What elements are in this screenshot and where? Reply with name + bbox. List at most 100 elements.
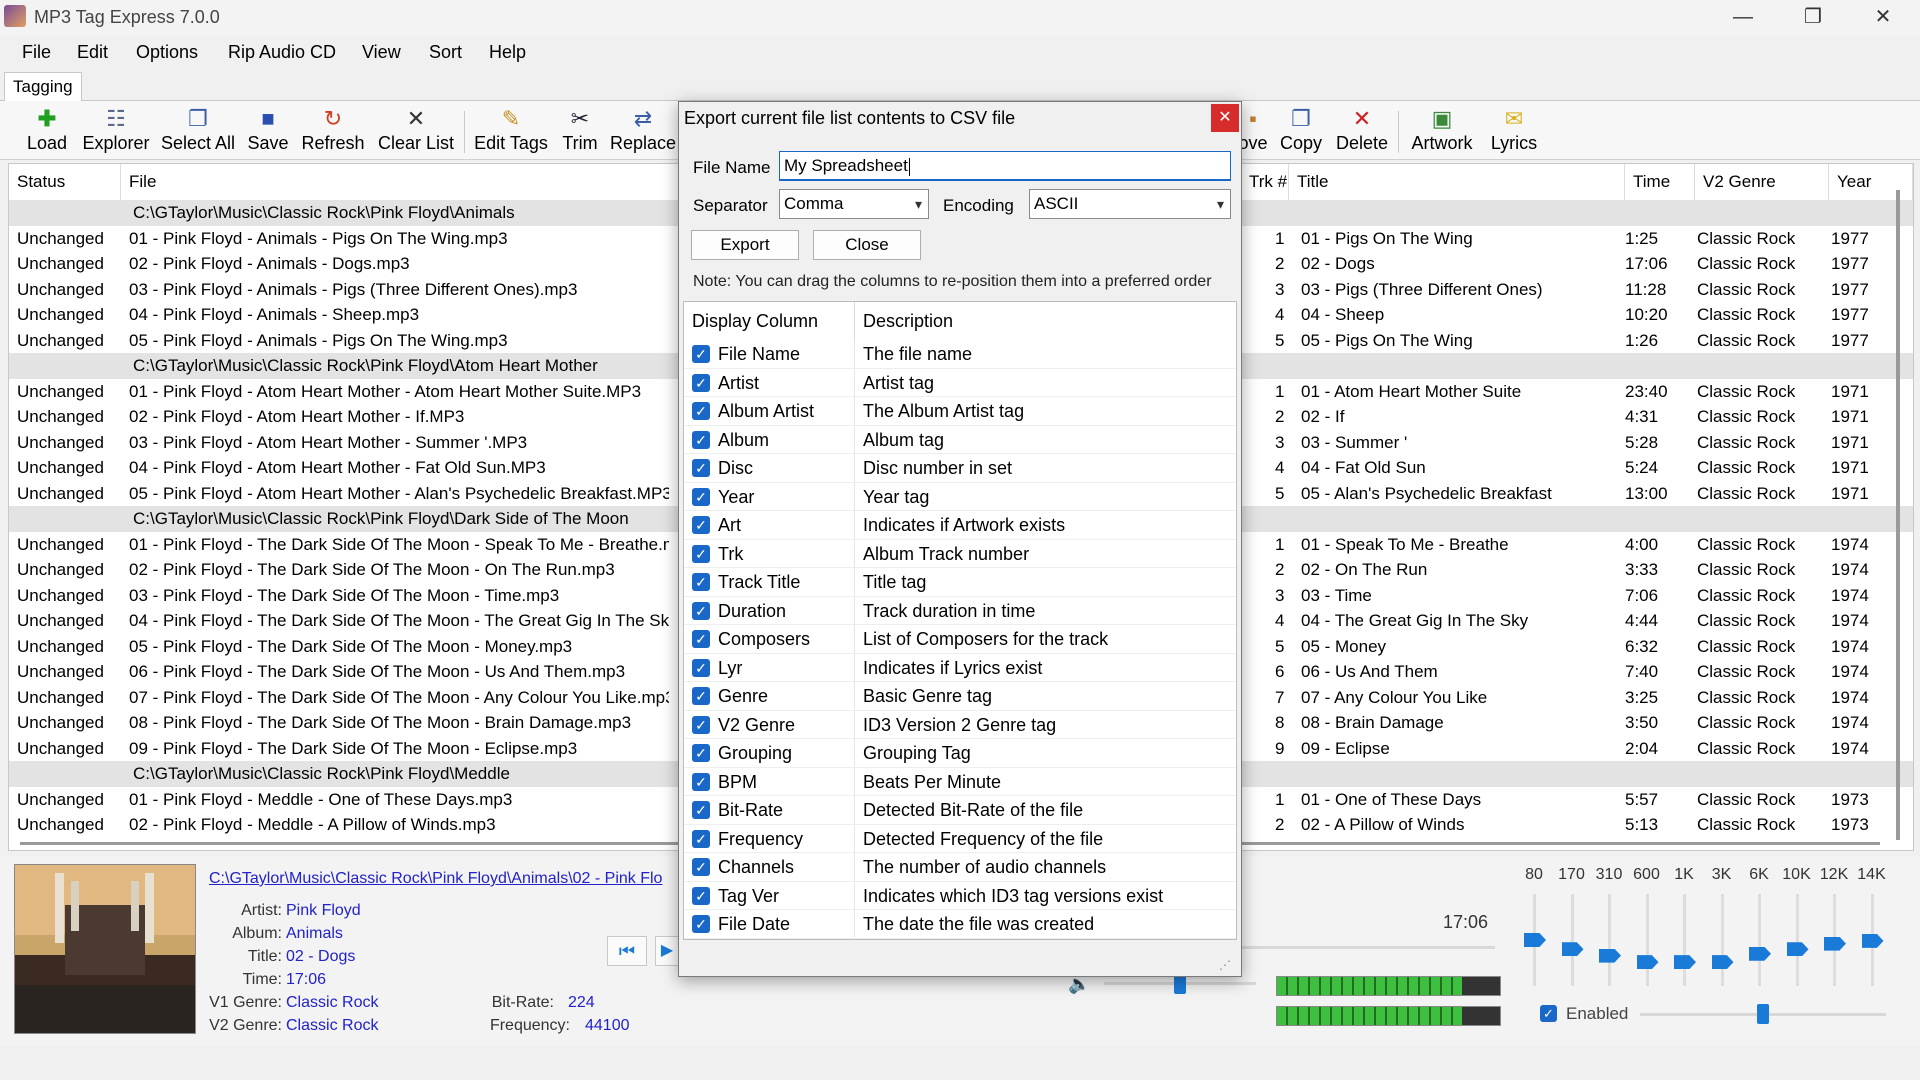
col-header-genre[interactable]: V2 Genre	[1695, 164, 1829, 200]
trim-button[interactable]: ✂ Trim	[558, 103, 602, 157]
column-checkbox[interactable]: ✓	[692, 487, 710, 506]
column-checkbox[interactable]: ✓	[692, 573, 710, 591]
menu-help[interactable]: Help	[489, 42, 526, 63]
clear-list-button[interactable]: ✕ Clear List	[376, 103, 456, 157]
column-option-row[interactable]: ✓ Track Title Title tag	[684, 568, 1236, 597]
time-value[interactable]: 17:06	[286, 971, 326, 989]
column-checkbox[interactable]: ✓	[692, 744, 710, 762]
eq-band-knob[interactable]	[1524, 933, 1546, 947]
copy-button[interactable]: ❐ Copy	[1278, 103, 1324, 157]
col-header-year[interactable]: Year	[1829, 164, 1913, 200]
menu-sort[interactable]: Sort	[429, 42, 462, 63]
column-option-row[interactable]: ✓ BPM Beats Per Minute	[684, 767, 1236, 796]
column-checkbox[interactable]: ✓	[692, 801, 710, 819]
eq-band-knob[interactable]	[1786, 942, 1809, 957]
tab-tagging[interactable]: Tagging	[4, 72, 82, 101]
column-checkbox[interactable]: ✓	[692, 715, 710, 734]
title-value[interactable]: 02 - Dogs	[286, 948, 355, 966]
column-option-row[interactable]: ✓ Year Year tag	[684, 482, 1236, 511]
column-checkbox[interactable]: ✓	[692, 373, 710, 392]
replace-button[interactable]: ⇄ Replace	[610, 103, 676, 157]
column-option-row[interactable]: ✓ File Name The file name	[684, 340, 1236, 369]
col-header-time[interactable]: Time	[1625, 164, 1695, 200]
delete-button[interactable]: ✕ Delete	[1334, 103, 1390, 157]
column-option-row[interactable]: ✓ Album Album tag	[684, 425, 1236, 454]
column-checkbox[interactable]: ✓	[692, 630, 710, 648]
eq-band-slider[interactable]	[1683, 894, 1686, 986]
column-option-row[interactable]: ✓ Frequency Detected Frequency of the file	[684, 824, 1236, 853]
column-checkbox[interactable]: ✓	[692, 772, 710, 791]
col-header-title[interactable]: Title	[1289, 164, 1625, 200]
column-checkbox[interactable]: ✓	[692, 430, 710, 449]
column-option-row[interactable]: ✓ Lyr Indicates if Lyrics exist	[684, 653, 1236, 682]
eq-band-slider[interactable]	[1608, 894, 1611, 986]
eq-band-slider[interactable]	[1795, 894, 1799, 986]
dialog-close-button[interactable]: ✕	[1211, 104, 1239, 132]
volume-knob[interactable]	[1174, 974, 1186, 994]
menu-rip-audio-cd[interactable]: Rip Audio CD	[228, 42, 336, 63]
column-checkbox[interactable]: ✓	[692, 687, 710, 705]
column-checkbox[interactable]: ✓	[692, 829, 710, 848]
vertical-scrollbar[interactable]	[1896, 190, 1900, 840]
column-checkbox[interactable]: ✓	[692, 886, 710, 905]
play-button[interactable]: ▶	[655, 936, 679, 966]
column-option-row[interactable]: ✓ Disc Disc number in set	[684, 454, 1236, 483]
save-button[interactable]: ■ Save	[246, 103, 290, 157]
eq-band-knob[interactable]	[1561, 942, 1584, 957]
column-checkbox[interactable]: ✓	[692, 858, 710, 876]
column-option-row[interactable]: ✓ Channels The number of audio channels	[684, 853, 1236, 882]
encoding-select[interactable]: ASCII ▾	[1029, 189, 1231, 219]
load-button[interactable]: ✚ Load	[22, 103, 72, 157]
close-window-button[interactable]: ✕	[1848, 0, 1918, 36]
previous-track-button[interactable]: ⏮	[607, 936, 647, 966]
enabled-checkbox[interactable]: ✓	[1540, 1005, 1557, 1022]
edit-tags-button[interactable]: ✎ Edit Tags	[472, 103, 550, 157]
column-option-row[interactable]: ✓ Trk Album Track number	[684, 539, 1236, 568]
eq-band-knob[interactable]	[1711, 955, 1734, 970]
column-option-row[interactable]: ✓ Duration Track duration in time	[684, 596, 1236, 625]
eq-band-knob[interactable]	[1749, 946, 1771, 961]
menu-view[interactable]: View	[362, 42, 401, 63]
col-header-display-column[interactable]: Display Column	[684, 302, 855, 340]
album-value[interactable]: Animals	[286, 925, 343, 943]
eq-band-slider[interactable]	[1720, 894, 1724, 986]
refresh-button[interactable]: ↻ Refresh	[298, 103, 368, 157]
artist-value[interactable]: Pink Floyd	[286, 902, 361, 920]
menu-options[interactable]: Options	[136, 42, 198, 63]
minimize-button[interactable]: —	[1708, 0, 1778, 36]
column-option-row[interactable]: ✓ Artist Artist tag	[684, 368, 1236, 397]
eq-band-slider[interactable]	[1570, 894, 1574, 986]
column-checkbox[interactable]: ✓	[692, 459, 710, 477]
column-option-row[interactable]: ✓ Tag Ver Indicates which ID3 tag versions…	[684, 881, 1236, 910]
column-option-row[interactable]: ✓ Grouping Grouping Tag	[684, 739, 1236, 768]
close-button[interactable]: Close	[813, 230, 921, 260]
track-path[interactable]: C:\GTaylor\Music\Classic Rock\Pink Floyd…	[209, 870, 679, 888]
column-option-row[interactable]: ✓ Bit-Rate Detected Bit-Rate of the file	[684, 796, 1236, 825]
col-header-status[interactable]: Status	[9, 164, 121, 200]
column-checkbox[interactable]: ✓	[692, 516, 710, 534]
menu-edit[interactable]: Edit	[77, 42, 108, 63]
column-option-row[interactable]: ✓ Composers List of Composers for the trac…	[684, 625, 1236, 654]
lyrics-button[interactable]: ✉ Lyrics	[1486, 103, 1542, 157]
eq-band-slider[interactable]	[1645, 894, 1649, 986]
column-checkbox[interactable]: ✓	[692, 915, 710, 933]
select-all-button[interactable]: ❐ Select All	[160, 103, 236, 157]
explorer-button[interactable]: ☷ Explorer	[80, 103, 152, 157]
resize-grip-icon[interactable]: ⋰	[1219, 958, 1231, 972]
seek-bar[interactable]	[1242, 946, 1495, 949]
eq-band-slider[interactable]	[1758, 894, 1761, 986]
eq-band-knob[interactable]	[1599, 948, 1621, 963]
file-name-input[interactable]: My Spreadsheet	[779, 151, 1231, 181]
column-checkbox[interactable]: ✓	[692, 544, 710, 563]
column-checkbox[interactable]: ✓	[692, 601, 710, 620]
eq-band-knob[interactable]	[1674, 955, 1696, 970]
eq-band-knob[interactable]	[1824, 936, 1846, 951]
col-header-description[interactable]: Description	[855, 302, 1236, 340]
column-checkbox[interactable]: ✓	[692, 345, 710, 363]
eq-band-knob[interactable]	[1636, 955, 1659, 970]
column-checkbox[interactable]: ✓	[692, 658, 710, 677]
column-option-row[interactable]: ✓ File Date The date the file was created	[684, 910, 1236, 939]
menu-file[interactable]: File	[22, 42, 51, 63]
column-option-row[interactable]: ✓ Art Indicates if Artwork exists	[684, 511, 1236, 540]
column-option-row[interactable]: ✓ V2 Genre ID3 Version 2 Genre tag	[684, 710, 1236, 739]
